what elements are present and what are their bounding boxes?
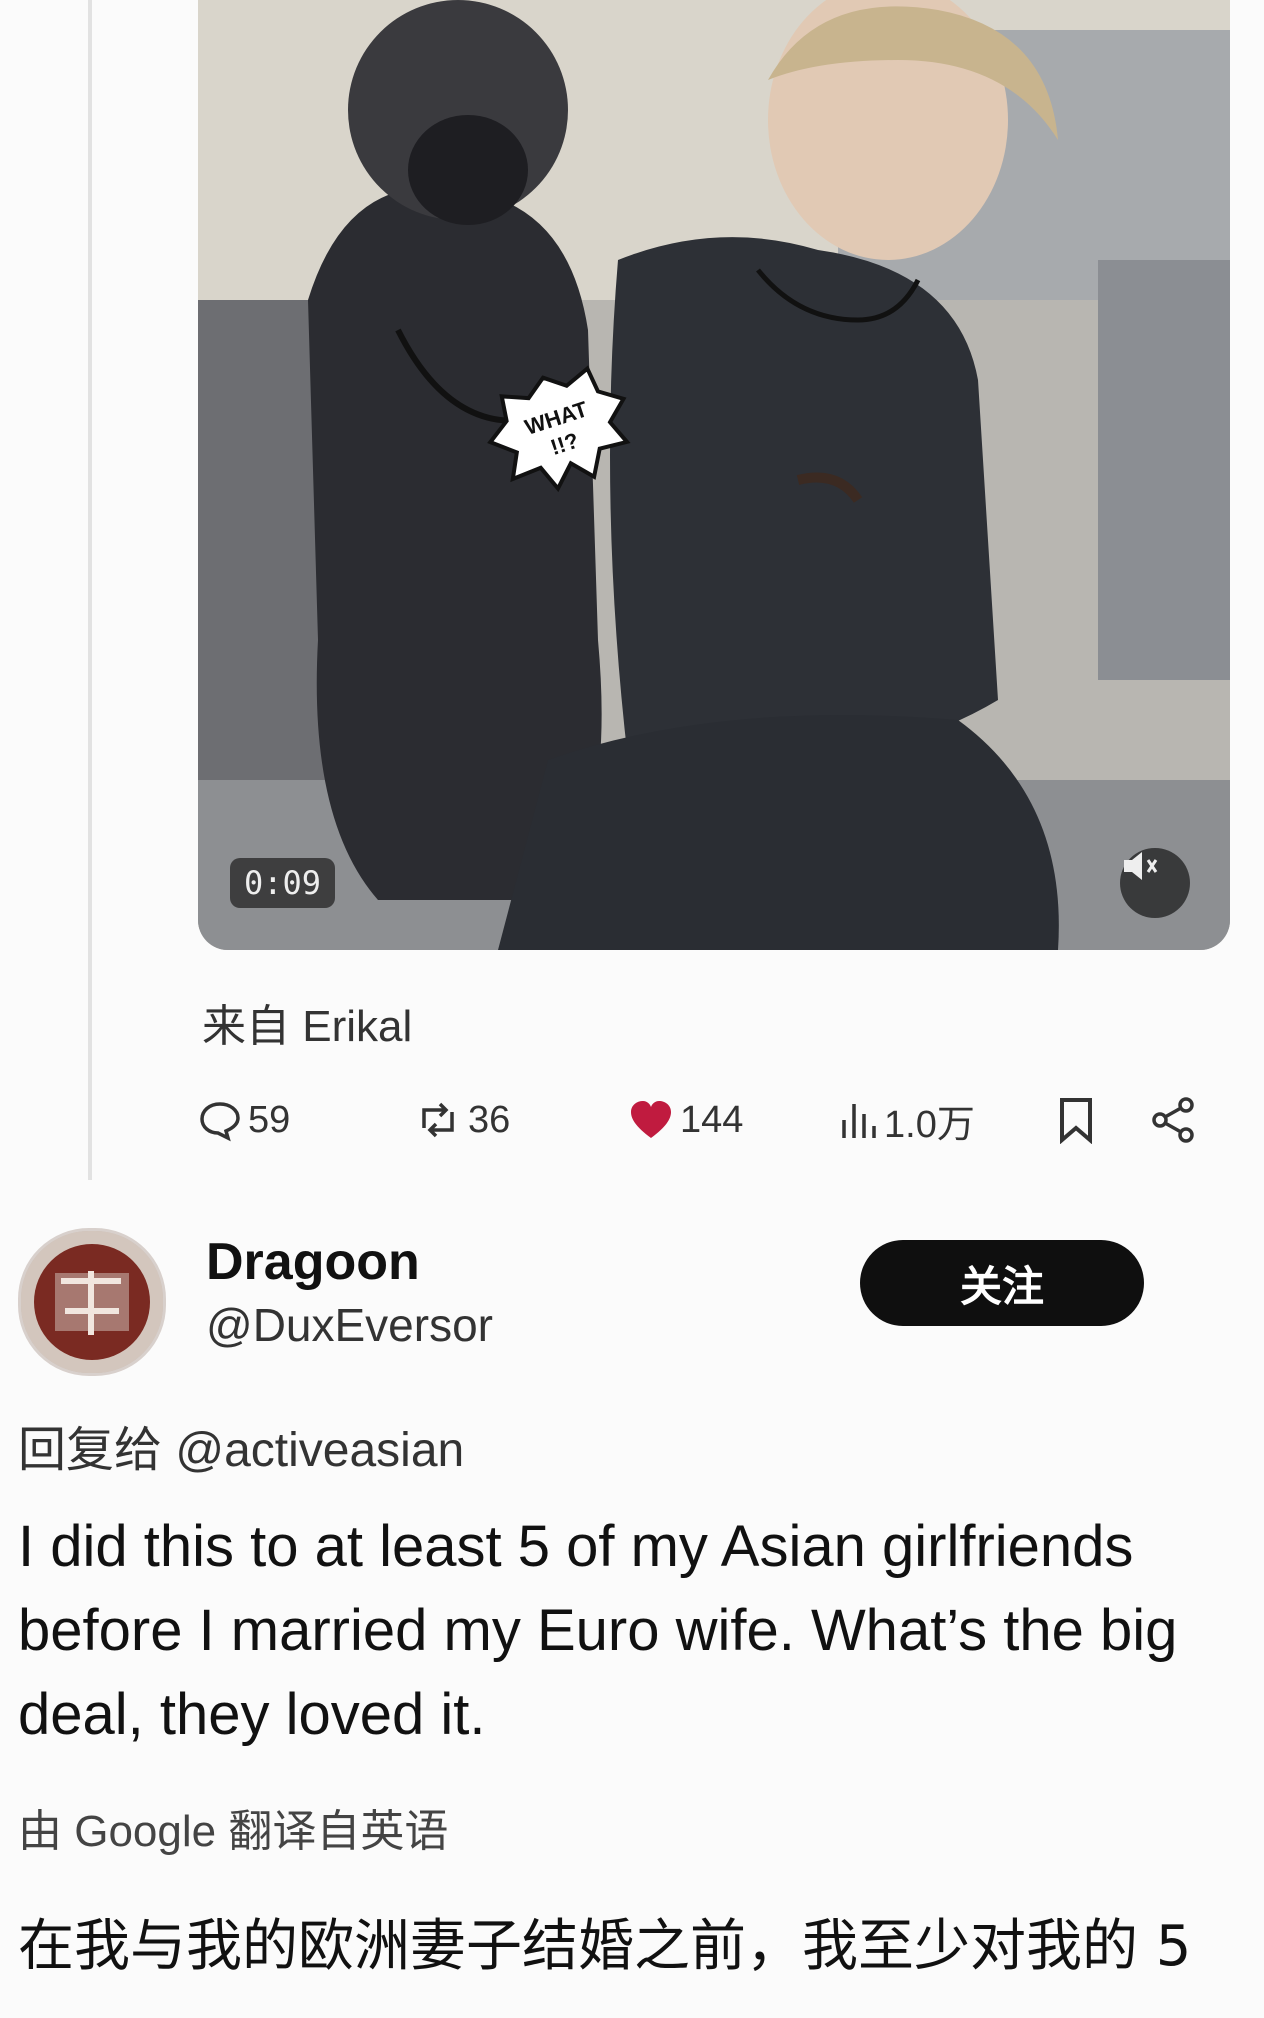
reply-action[interactable]: 59 [198,1085,290,1155]
views-chart-icon [842,1104,876,1138]
share-icon [1152,1097,1194,1143]
bookmark-icon [1060,1098,1092,1144]
follow-button[interactable]: 关注 [860,1240,1144,1326]
seal-avatar-image [21,1231,163,1373]
repost-icon [422,1102,454,1138]
repost-action[interactable]: 36 [414,1085,510,1155]
reply-body: I did this to at least 5 of my Asian gir… [18,1514,1178,1747]
video-duration: 0:09 [230,858,336,908]
avatar[interactable] [18,1228,166,1376]
thread-line [88,0,92,1180]
comment-icon [200,1102,240,1142]
speaker-muted-icon [1124,852,1158,880]
user-handle[interactable]: @DuxEversor [206,1298,493,1352]
share-action[interactable] [1150,1085,1202,1155]
heart-icon [631,1101,671,1138]
video-frame: WHAT !!? [198,0,1230,950]
view-count: 1.0万 [884,1103,975,1146]
reply-count: 59 [248,1098,291,1141]
action-bar: 59 36 144 1.0万 [198,1085,1208,1155]
views-action[interactable]: 1.0万 [838,1085,975,1155]
reply-to-label[interactable]: 回复给 @activeasian [18,1410,464,1480]
video-player[interactable]: WHAT !!? 0:09 [198,0,1230,950]
translation-attribution[interactable]: 由 Google 翻译自英语 [18,1795,448,1859]
like-action[interactable]: 144 [628,1085,743,1155]
like-count: 144 [680,1098,744,1141]
bookmark-action[interactable] [1056,1085,1102,1155]
translated-body: 在我与我的欧洲妻子结婚之前，我至少对我的 5 个亚洲女朋友这样做过，这有什么 [18,1914,1192,1979]
display-name[interactable]: Dragoon [206,1232,420,1292]
mute-button[interactable] [1120,848,1190,918]
repost-count: 36 [468,1098,511,1141]
source-label: 来自 Erikal [202,1002,413,1051]
